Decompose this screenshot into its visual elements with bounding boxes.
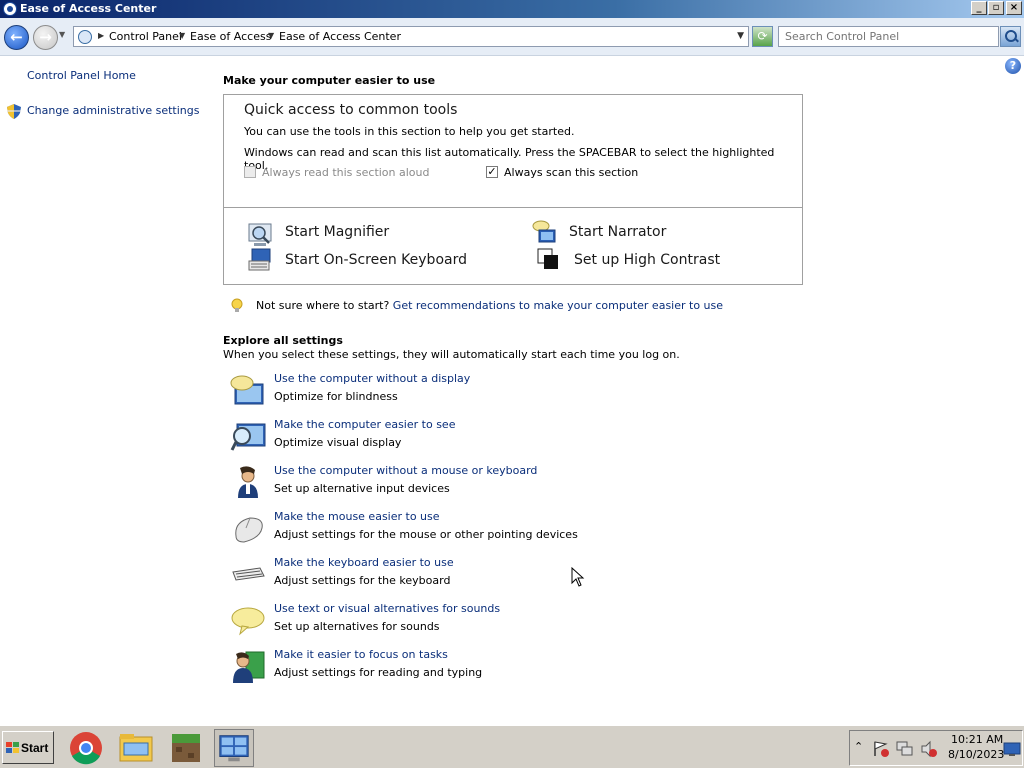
explore-item-see[interactable]: Make the computer easier to see Optimize… <box>230 418 790 456</box>
address-bar[interactable]: ▶ Control Panel ▼ Ease of Access ▼ Ease … <box>73 26 749 47</box>
explore-item-title[interactable]: Make the mouse easier to use <box>274 510 440 523</box>
show-desktop-icon[interactable] <box>1003 740 1021 758</box>
windows-flag-icon <box>6 742 19 753</box>
monitor-speech-icon <box>230 375 264 405</box>
show-hidden-icons-button[interactable]: ⌃ <box>854 740 863 753</box>
title-bar: Ease of Access Center _ ▫ × <box>0 0 1024 18</box>
read-aloud-checkbox[interactable] <box>244 166 256 178</box>
monitor-magnifier-icon <box>230 423 266 451</box>
chevron-right-icon[interactable]: ▶ <box>98 31 104 40</box>
volume-muted-icon[interactable] <box>920 740 938 758</box>
explore-item-focus[interactable]: Make it easier to focus on tasks Adjust … <box>230 648 790 686</box>
mouse-cursor-icon <box>571 567 585 587</box>
start-on-screen-keyboard-link[interactable]: Start On-Screen Keyboard <box>285 252 467 268</box>
restore-button[interactable]: ▫ <box>988 1 1004 15</box>
quick-access-panel: Quick access to common tools You can use… <box>223 94 803 285</box>
shield-icon <box>7 104 21 119</box>
explore-item-title[interactable]: Use the computer without a display <box>274 372 470 385</box>
help-button[interactable]: ? <box>1005 58 1021 74</box>
address-dropdown-icon[interactable]: ▼ <box>737 31 744 41</box>
start-button[interactable]: Start <box>2 731 54 764</box>
scan-section-label: Always scan this section <box>504 166 639 179</box>
start-narrator-link[interactable]: Start Narrator <box>569 224 666 240</box>
explore-item-desc: Set up alternatives for sounds <box>274 620 440 633</box>
on-screen-keyboard-icon <box>248 248 271 271</box>
explore-item-mouse[interactable]: Make the mouse easier to use Adjust sett… <box>230 510 790 548</box>
explore-subheading: When you select these settings, they wil… <box>223 348 680 361</box>
mouse-icon <box>235 517 263 543</box>
quick-access-title: Quick access to common tools <box>244 102 458 118</box>
high-contrast-icon <box>537 248 558 269</box>
divider <box>224 207 802 208</box>
explore-item-desc: Optimize visual display <box>274 436 402 449</box>
explore-item-display[interactable]: Use the computer without a display Optim… <box>230 372 790 410</box>
person-board-icon <box>233 651 265 683</box>
search-button[interactable] <box>1000 26 1021 47</box>
explore-item-sounds[interactable]: Use text or visual alternatives for soun… <box>230 602 790 640</box>
quick-access-description: You can use the tools in this section to… <box>244 125 575 138</box>
back-button[interactable]: ← <box>4 25 29 50</box>
close-button[interactable]: × <box>1006 1 1022 15</box>
change-admin-settings-link[interactable]: Change administrative settings <box>27 104 199 117</box>
explore-item-keyboard[interactable]: Make the keyboard easier to use Adjust s… <box>230 556 790 594</box>
page-heading: Make your computer easier to use <box>223 74 436 87</box>
explore-item-title[interactable]: Make the keyboard easier to use <box>274 556 454 569</box>
recommendations-link[interactable]: Get recommendations to make your compute… <box>393 299 723 312</box>
breadcrumb-ease-of-access-center[interactable]: Ease of Access Center <box>279 30 401 43</box>
person-icon <box>238 466 258 498</box>
start-label: Start <box>21 741 49 755</box>
chrome-icon[interactable] <box>66 729 106 767</box>
recommendations-tip: Not sure where to start? Get recommendat… <box>256 299 723 312</box>
scan-section-checkbox[interactable]: ✓ <box>486 166 498 178</box>
explore-item-input[interactable]: Use the computer without a mouse or keyb… <box>230 464 790 502</box>
control-panel-home-link[interactable]: Control Panel Home <box>27 69 136 82</box>
clock-date[interactable]: 8/10/2023 <box>948 748 1004 761</box>
explore-item-desc: Adjust settings for the mouse or other p… <box>274 528 578 541</box>
magnifier-icon <box>248 223 272 246</box>
explore-item-desc: Adjust settings for reading and typing <box>274 666 483 679</box>
explore-item-title[interactable]: Use the computer without a mouse or keyb… <box>274 464 537 477</box>
explore-item-desc: Set up alternative input devices <box>274 482 450 495</box>
explore-heading: Explore all settings <box>223 334 343 347</box>
window-title: Ease of Access Center <box>20 2 157 15</box>
explore-item-title[interactable]: Use text or visual alternatives for soun… <box>274 602 500 615</box>
set-up-high-contrast-link[interactable]: Set up High Contrast <box>574 252 720 268</box>
control-panel-icon <box>78 30 92 44</box>
taskbar: Start ⌃ <box>0 725 1024 768</box>
breadcrumb-control-panel[interactable]: Control Panel <box>109 30 182 43</box>
tip-prefix: Not sure where to start? <box>256 299 390 312</box>
keyboard-icon <box>232 567 265 581</box>
narrator-icon <box>532 220 556 243</box>
explore-item-desc: Optimize for blindness <box>274 390 398 403</box>
navigation-bar: ← → ▼ ▶ Control Panel ▼ Ease of Access ▼… <box>0 18 1024 56</box>
action-center-flag-icon[interactable] <box>872 740 890 758</box>
explore-item-title[interactable]: Make it easier to focus on tasks <box>274 648 448 661</box>
speech-bubble-icon <box>231 607 265 636</box>
control-panel-icon[interactable] <box>214 729 254 767</box>
ease-of-access-window: Ease of Access Center _ ▫ × ← → ▼ ▶ Cont… <box>0 0 1024 725</box>
breadcrumb-ease-of-access[interactable]: Ease of Access <box>190 30 271 43</box>
explore-item-title[interactable]: Make the computer easier to see <box>274 418 455 431</box>
chevron-down-icon[interactable]: ▼ <box>179 31 185 40</box>
forward-button[interactable]: → <box>33 25 58 50</box>
chevron-down-icon[interactable]: ▼ <box>268 31 274 40</box>
refresh-button[interactable]: ⟳ <box>752 26 773 47</box>
search-input[interactable] <box>778 26 999 47</box>
explore-item-desc: Adjust settings for the keyboard <box>274 574 451 587</box>
minimize-button[interactable]: _ <box>971 1 987 15</box>
ease-of-access-icon <box>3 2 17 16</box>
network-icon[interactable] <box>896 740 914 758</box>
file-explorer-icon[interactable] <box>116 729 156 767</box>
recent-pages-dropdown[interactable]: ▼ <box>59 30 65 39</box>
read-aloud-label: Always read this section aloud <box>262 166 430 179</box>
minecraft-icon[interactable] <box>166 729 206 767</box>
clock-time[interactable]: 10:21 AM <box>951 733 1003 746</box>
lightbulb-icon <box>231 298 243 312</box>
start-magnifier-link[interactable]: Start Magnifier <box>285 224 389 240</box>
